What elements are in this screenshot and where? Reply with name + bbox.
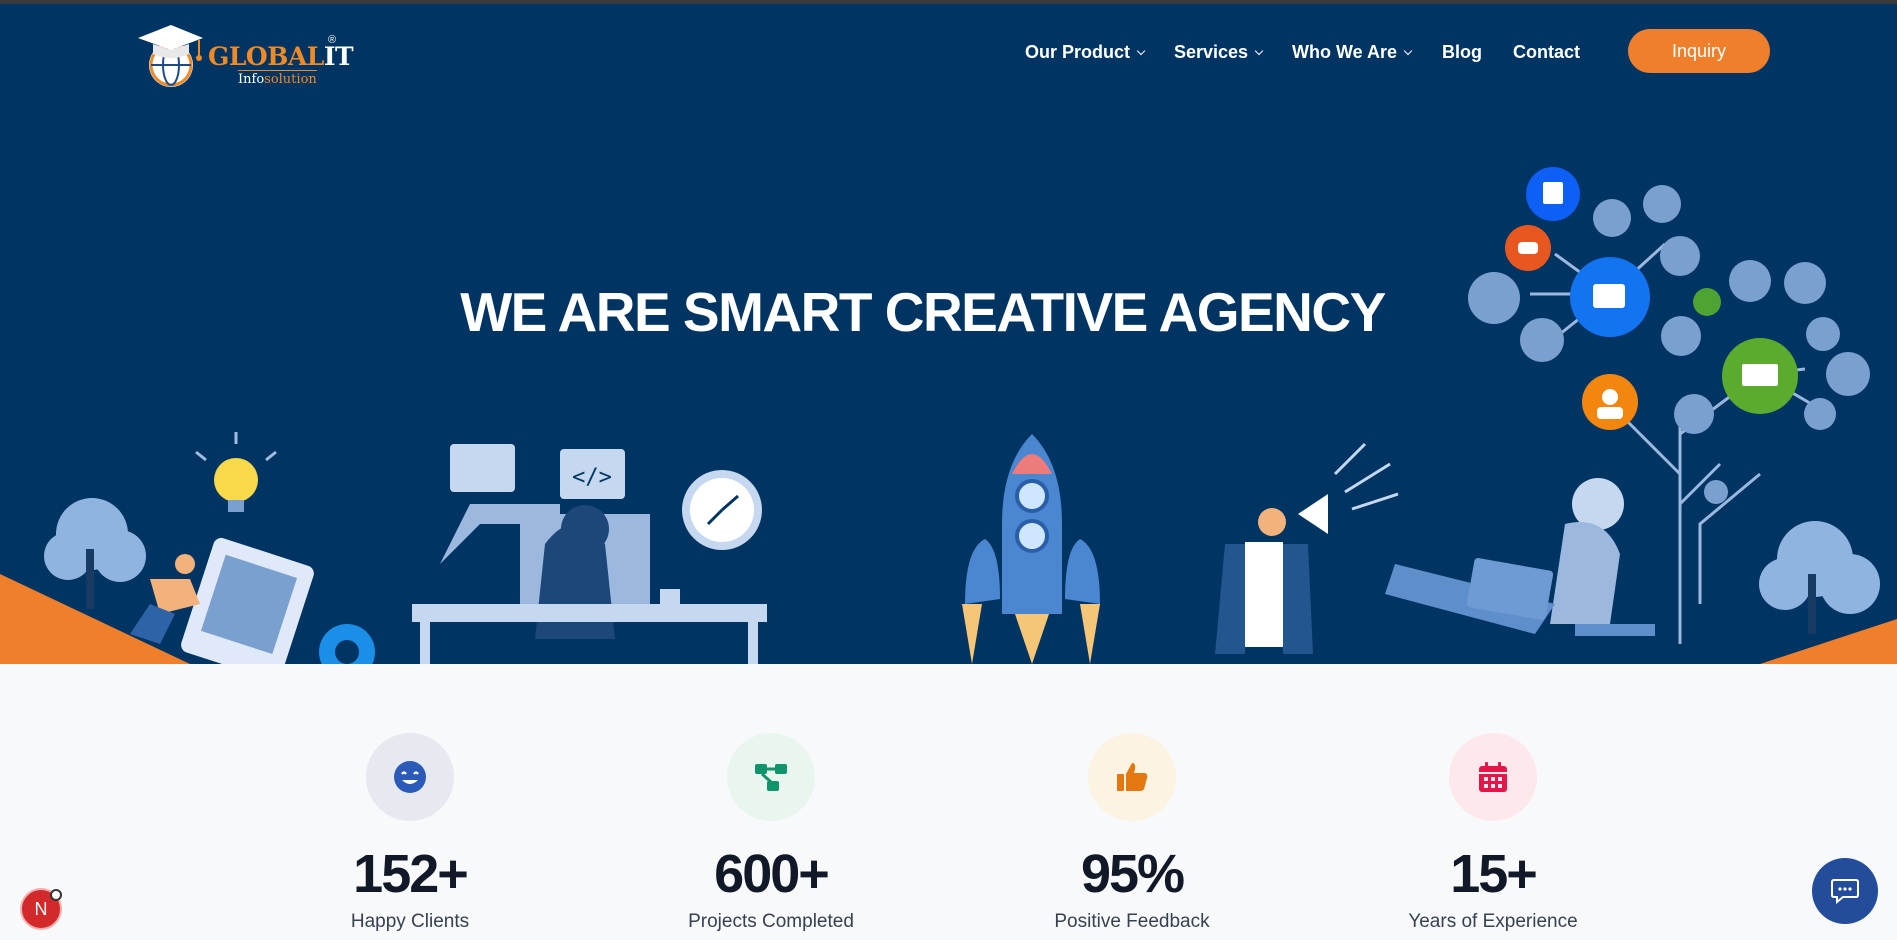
network-icon xyxy=(755,764,787,791)
stat-projects-completed: 600+ Projects Completed xyxy=(611,733,931,933)
nav-label: Services xyxy=(1174,42,1249,62)
calendar-icon xyxy=(1479,762,1507,792)
nav-contact[interactable]: Contact xyxy=(1513,42,1580,63)
stat-years-experience: 15+ Years of Experience xyxy=(1333,733,1653,933)
registered-mark: ® xyxy=(328,34,337,46)
stat-value: 15+ xyxy=(1450,844,1538,904)
stat-icon-circle xyxy=(1449,733,1537,821)
stat-value: 152+ xyxy=(353,844,469,904)
nav-services[interactable]: Services xyxy=(1174,42,1264,63)
stat-positive-feedback: 95% Positive Feedback xyxy=(972,733,1292,933)
stat-label: Happy Clients xyxy=(350,911,470,932)
nav-our-product[interactable]: Our Product xyxy=(1025,42,1146,63)
stat-icon-circle xyxy=(727,733,815,821)
chevron-down-icon xyxy=(1136,46,1146,55)
stat-label: Projects Completed xyxy=(688,911,854,932)
svg-text:</>: </> xyxy=(572,465,612,490)
hero-section: </> GLOBALIT ® Infosolution Our Product … xyxy=(0,4,1897,664)
chat-widget-button[interactable] xyxy=(1812,858,1878,924)
globe-graduation-cap-icon xyxy=(138,25,203,87)
nav-who-we-are[interactable]: Who We Are xyxy=(1292,42,1413,63)
stat-value: 600+ xyxy=(714,844,830,904)
stat-label: Years of Experience xyxy=(1408,911,1578,932)
hero-headline: WE ARE SMART CREATIVE AGENCY xyxy=(460,281,1386,343)
logo-tagline: Infosolution xyxy=(238,70,317,87)
notification-dot xyxy=(50,889,62,901)
chevron-down-icon xyxy=(1403,46,1413,55)
stat-icon-circle xyxy=(366,733,454,821)
nav-label: Who We Are xyxy=(1292,42,1398,62)
nav-label: Blog xyxy=(1442,42,1482,62)
smile-icon xyxy=(394,761,426,793)
stat-happy-clients: 152+ Happy Clients xyxy=(250,733,570,933)
nav-label: Contact xyxy=(1513,42,1580,62)
chat-bubble-icon xyxy=(1831,879,1859,904)
inquiry-button[interactable]: Inquiry xyxy=(1628,29,1770,73)
stat-label: Positive Feedback xyxy=(1054,911,1210,932)
chevron-down-icon xyxy=(1254,46,1264,55)
stat-value: 95% xyxy=(1080,844,1185,904)
brand-logo[interactable]: GLOBALIT ® Infosolution xyxy=(133,20,354,90)
nav-blog[interactable]: Blog xyxy=(1442,42,1482,63)
stat-icon-circle xyxy=(1088,733,1176,821)
logo-wordmark: GLOBALIT xyxy=(208,42,354,71)
thumbs-up-icon xyxy=(1117,763,1148,791)
nav-label: Our Product xyxy=(1025,42,1131,62)
